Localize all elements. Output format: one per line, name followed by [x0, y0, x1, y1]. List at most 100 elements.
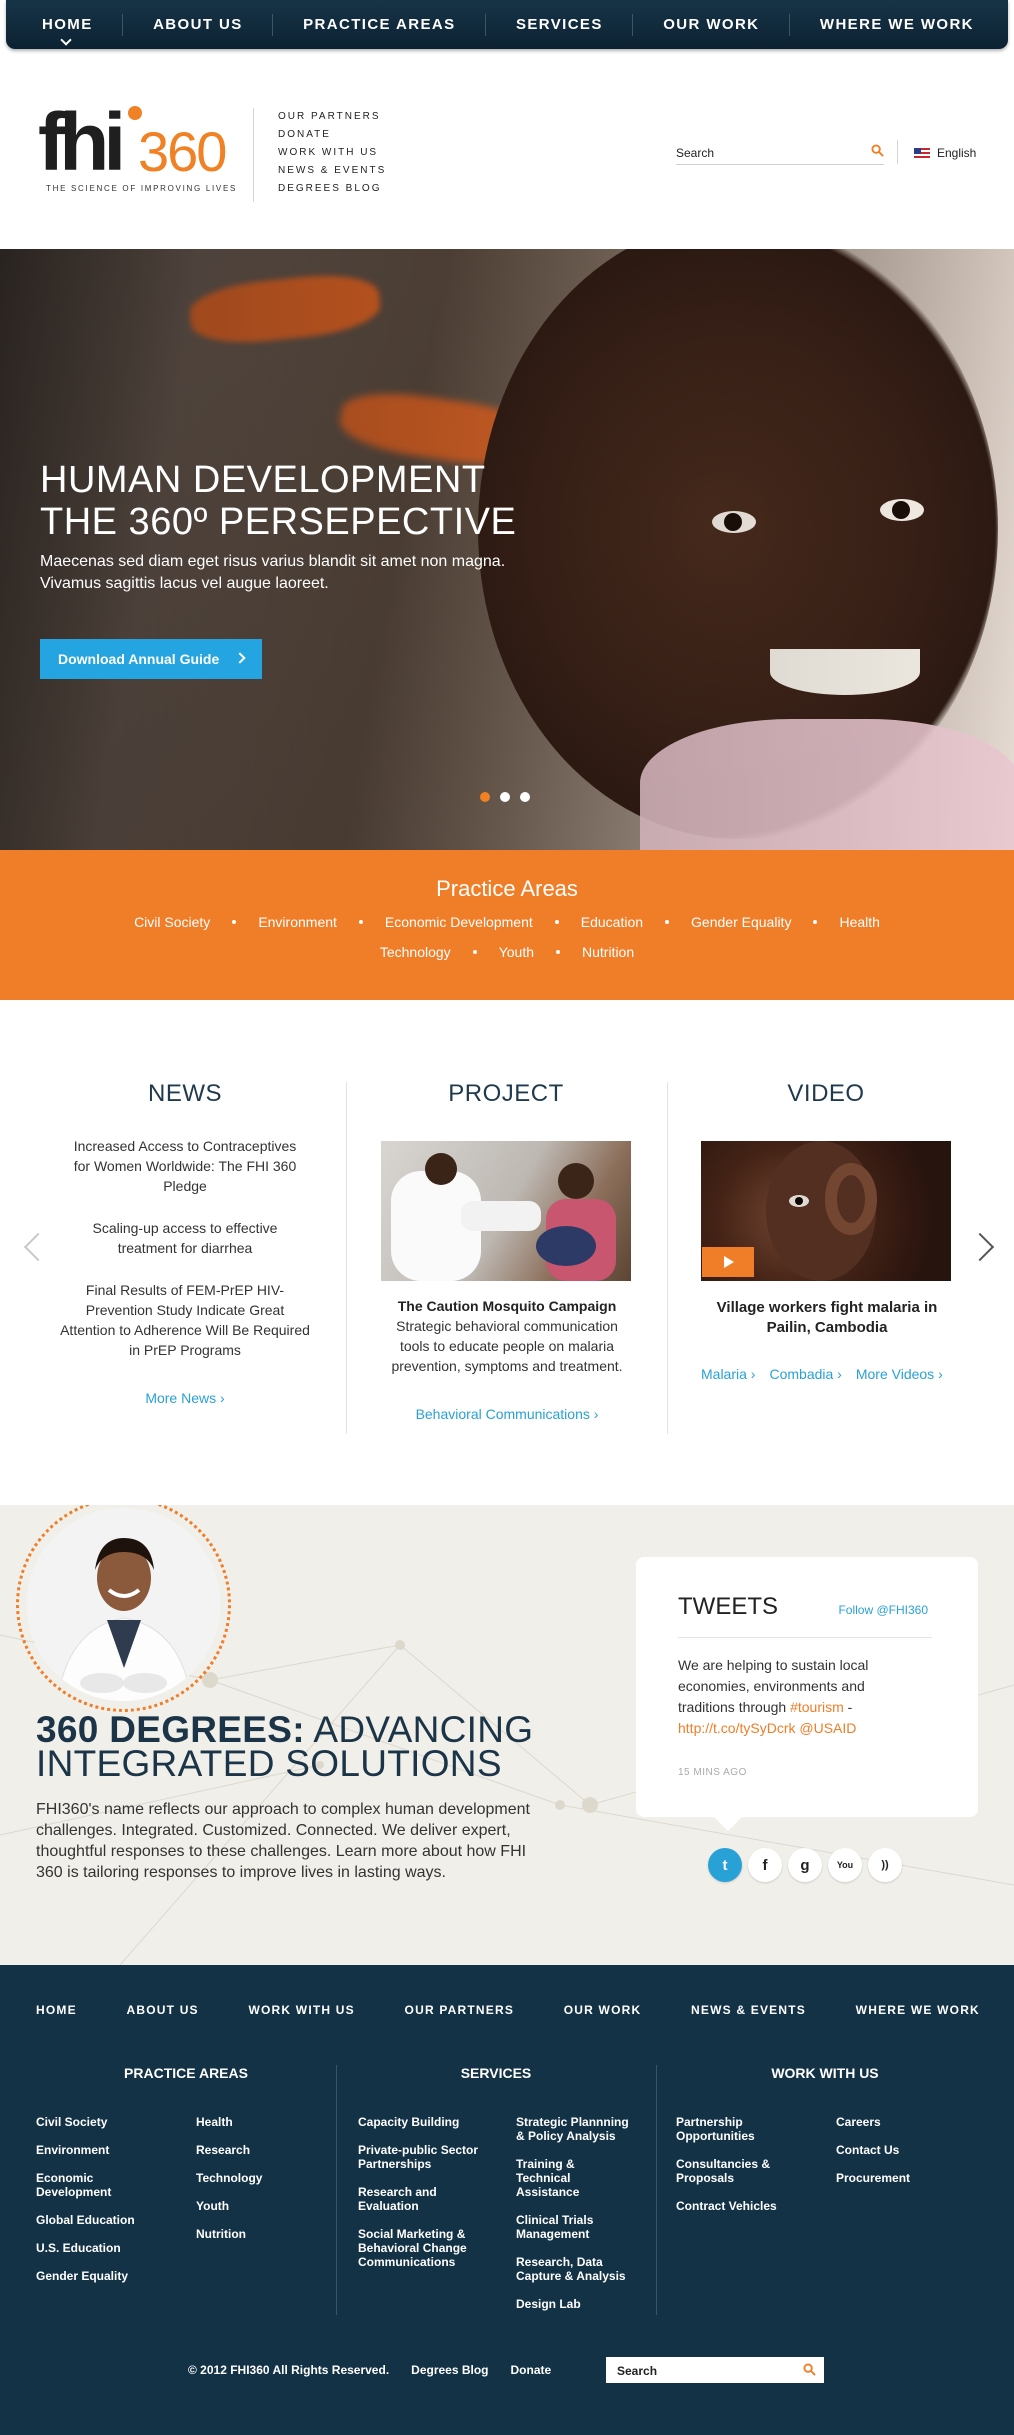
slider-dot-1[interactable] — [480, 792, 490, 802]
project-image[interactable] — [381, 1141, 631, 1281]
footer-link[interactable]: Design Lab — [516, 2297, 640, 2311]
youtube-icon[interactable]: You — [828, 1848, 862, 1882]
tweet-dash: - — [843, 1699, 853, 1715]
search-icon[interactable] — [803, 2363, 816, 2376]
video-headline[interactable]: Village workers fight malaria in Pailin,… — [701, 1298, 953, 1338]
nav-divider — [122, 13, 124, 36]
footer-link[interactable]: Environment — [36, 2143, 186, 2157]
nav-services[interactable]: SERVICES — [516, 16, 603, 33]
carousel-next-arrow-icon[interactable] — [965, 1232, 995, 1262]
footer-nav-where-we-work[interactable]: WHERE WE WORK — [856, 2003, 980, 2017]
slider-dot-3[interactable] — [520, 792, 530, 802]
footer-link[interactable]: U.S. Education — [36, 2241, 186, 2255]
search-icon[interactable] — [871, 144, 884, 157]
nav-home[interactable]: HOME — [42, 16, 93, 46]
footer-link[interactable]: Research — [196, 2143, 326, 2157]
footer-link[interactable]: Clinical Trials Management — [516, 2213, 611, 2241]
google-icon[interactable]: g — [788, 1848, 822, 1882]
footer-link[interactable]: Civil Society — [36, 2115, 186, 2129]
news-item[interactable]: Increased Access to Contraceptives for W… — [60, 1136, 310, 1196]
util-link-our-partners[interactable]: OUR PARTNERS — [278, 111, 381, 122]
footer-link[interactable]: Nutrition — [196, 2227, 326, 2241]
pa-environment[interactable]: Environment — [258, 914, 337, 930]
bullet-separator — [554, 920, 559, 924]
footer-link[interactable]: Global Education — [36, 2213, 186, 2227]
footer-link[interactable]: Procurement — [836, 2171, 956, 2185]
search-input[interactable]: Search — [676, 140, 884, 165]
more-news-link[interactable]: More News › — [60, 1390, 310, 1406]
footer-nav-work-with-us[interactable]: WORK WITH US — [248, 2003, 354, 2017]
footer-link[interactable]: Social Marketing & Behavioral Change Com… — [358, 2227, 478, 2269]
footer-link[interactable]: Research and Evaluation — [358, 2185, 453, 2213]
tweet-mention-link[interactable]: @USAID — [795, 1720, 856, 1736]
footer-link[interactable]: Health — [196, 2115, 326, 2129]
degrees-body: FHI360's name reflects our approach to c… — [36, 1801, 530, 1881]
footer-nav-our-partners[interactable]: OUR PARTNERS — [405, 2003, 515, 2017]
malaria-link[interactable]: Malaria › — [701, 1366, 755, 1382]
portrait-photo — [16, 1505, 231, 1712]
fhi360-logo[interactable]: fhi 360 THE SCIENCE OF IMPROVING LIVES — [38, 102, 238, 198]
cambodia-link[interactable]: Combadia › — [769, 1366, 841, 1382]
footer-nav-our-work[interactable]: OUR WORK — [564, 2003, 642, 2017]
footer-link[interactable]: Training & Technical Assistance — [516, 2157, 631, 2199]
rss-icon[interactable]: )) — [868, 1848, 902, 1882]
footer-nav-about-us[interactable]: ABOUT US — [127, 2003, 199, 2017]
footer-nav-news-events[interactable]: NEWS & EVENTS — [691, 2003, 806, 2017]
footer-link[interactable]: Strategic Plannning & Policy Analysis — [516, 2115, 640, 2143]
footer-search-input[interactable]: Search — [606, 2357, 824, 2383]
util-link-donate[interactable]: DONATE — [278, 129, 331, 140]
footer-degrees-blog-link[interactable]: Degrees Blog — [411, 2363, 488, 2377]
news-item[interactable]: Final Results of FEM-PrEP HIV-Prevention… — [60, 1280, 310, 1360]
pa-economic-development[interactable]: Economic Development — [385, 914, 533, 930]
footer-link[interactable]: Partnership Opportunities — [676, 2115, 766, 2143]
hero-title-line1: HUMAN DEVELOPMENT — [40, 459, 486, 501]
language-selector[interactable]: English — [914, 146, 976, 160]
util-link-work-with-us[interactable]: WORK WITH US — [278, 147, 378, 158]
pa-technology[interactable]: Technology — [380, 944, 451, 960]
footer-link[interactable]: Technology — [196, 2171, 326, 2185]
footer-link[interactable]: Contract Vehicles — [676, 2199, 786, 2213]
footer-link[interactable]: Private-public Sector Partnerships — [358, 2143, 498, 2171]
twitter-icon[interactable]: t — [708, 1848, 742, 1882]
tweet-url-link[interactable]: http://t.co/tySyDcrk — [678, 1720, 795, 1736]
nav-divider — [632, 13, 634, 36]
carousel-prev-arrow-icon[interactable] — [23, 1232, 53, 1262]
video-thumbnail[interactable] — [701, 1141, 951, 1281]
footer-link[interactable]: Capacity Building — [358, 2115, 498, 2129]
footer-link[interactable]: Economic Development — [36, 2171, 111, 2199]
facebook-icon[interactable]: f — [748, 1848, 782, 1882]
more-videos-link[interactable]: More Videos › — [856, 1366, 943, 1382]
footer-link[interactable]: Careers — [836, 2115, 956, 2129]
nav-where-we-work[interactable]: WHERE WE WORK — [820, 16, 974, 33]
pa-health[interactable]: Health — [839, 914, 879, 930]
pa-education[interactable]: Education — [581, 914, 643, 930]
nav-practice-areas[interactable]: PRACTICE AREAS — [303, 16, 455, 33]
nav-about-us[interactable]: ABOUT US — [153, 16, 243, 33]
nav-our-work[interactable]: OUR WORK — [663, 16, 759, 33]
footer-link[interactable]: Consultancies & Proposals — [676, 2157, 776, 2185]
footer-link[interactable]: Contact Us — [836, 2143, 956, 2157]
util-link-degrees-blog[interactable]: DEGREES BLOG — [278, 183, 381, 194]
pa-gender-equality[interactable]: Gender Equality — [691, 914, 791, 930]
project-headline[interactable]: The Caution Mosquito Campaign — [381, 1298, 633, 1314]
download-annual-guide-button[interactable]: Download Annual Guide — [40, 639, 262, 679]
footer-nav-home[interactable]: HOME — [36, 2003, 77, 2017]
footer-link[interactable]: Youth — [196, 2199, 326, 2213]
footer-donate-link[interactable]: Donate — [511, 2363, 552, 2377]
util-link-news-events[interactable]: NEWS & EVENTS — [278, 165, 386, 176]
footer-link[interactable]: Gender Equality — [36, 2269, 186, 2283]
pa-nutrition[interactable]: Nutrition — [582, 944, 634, 960]
practice-areas-band: Practice Areas Civil Society Environment… — [0, 850, 1014, 1000]
pa-youth[interactable]: Youth — [499, 944, 534, 960]
slider-dot-2[interactable] — [500, 792, 510, 802]
tweet-hashtag-link[interactable]: #tourism — [790, 1699, 844, 1715]
footer-link[interactable]: Research, Data Capture & Analysis — [516, 2255, 640, 2283]
nav-divider — [485, 13, 487, 36]
hero-title: HUMAN DEVELOPMENT THE 360º PERSEPECTIVE — [40, 459, 560, 543]
follow-fhi360-link[interactable]: Follow @FHI360 — [838, 1603, 928, 1617]
behavioral-communications-link[interactable]: Behavioral Communications › — [381, 1406, 633, 1422]
video-play-button[interactable] — [702, 1247, 754, 1277]
pa-civil-society[interactable]: Civil Society — [134, 914, 210, 930]
news-item[interactable]: Scaling-up access to effective treatment… — [60, 1218, 310, 1258]
column-divider — [346, 1082, 347, 1434]
